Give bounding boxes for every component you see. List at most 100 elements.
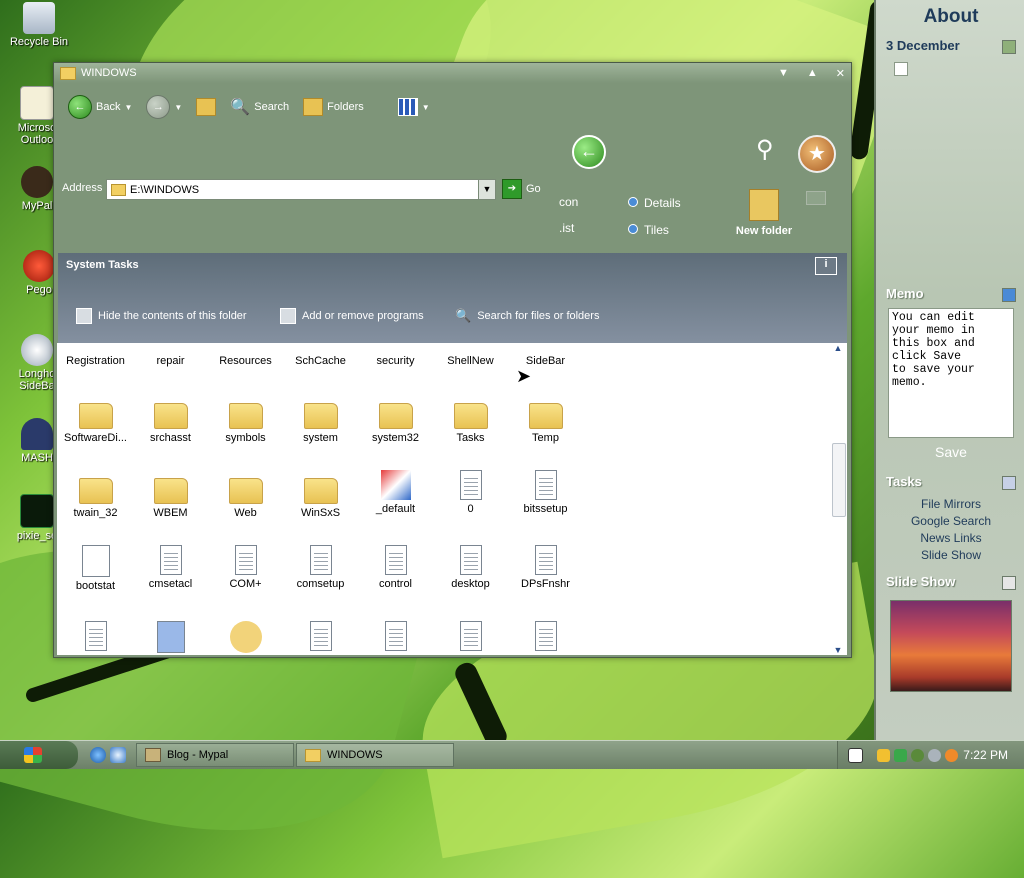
address-dropdown-button[interactable]: ▼ — [478, 180, 495, 199]
scroll-down-icon[interactable]: ▼ — [831, 645, 845, 655]
file-item[interactable]: comsetup — [283, 545, 358, 590]
panel-toggle-button[interactable] — [806, 191, 826, 205]
task-search-files[interactable]: 🔍 Search for files or folders — [455, 308, 599, 324]
file-item[interactable]: Resources — [208, 355, 283, 367]
shield-icon[interactable] — [877, 748, 890, 762]
folders-button[interactable]: Folders — [299, 96, 368, 118]
search-button[interactable]: 🔍 Search — [226, 95, 293, 119]
file-item[interactable] — [433, 621, 508, 654]
file-label: SchCache — [295, 355, 346, 367]
tasks-link-file-mirrors[interactable]: File Mirrors — [876, 496, 1024, 513]
file-item[interactable]: SoftwareDi... — [58, 395, 133, 444]
file-item[interactable] — [358, 621, 433, 654]
file-item[interactable]: _default — [358, 470, 433, 515]
file-item[interactable]: Registration — [58, 355, 133, 367]
file-item[interactable]: repair — [133, 355, 208, 367]
tasks-icon[interactable] — [1002, 476, 1016, 490]
start-button[interactable] — [0, 741, 78, 769]
favorites-star-icon[interactable]: ★ — [798, 135, 836, 173]
notes-icon[interactable] — [1002, 40, 1016, 54]
file-item[interactable] — [58, 621, 133, 654]
file-item[interactable]: cmsetacl — [133, 545, 208, 590]
globe-icon[interactable] — [911, 748, 924, 762]
view-list-option[interactable]: .ist — [559, 221, 574, 235]
file-item[interactable]: system — [283, 395, 358, 444]
search-icon[interactable] — [945, 748, 958, 762]
file-item[interactable]: twain_32 — [58, 470, 133, 519]
view-tiles-option[interactable]: Tiles — [628, 223, 669, 237]
file-item[interactable] — [133, 621, 208, 655]
slideshow-image[interactable] — [890, 600, 1012, 692]
big-back-button[interactable]: ← — [572, 135, 606, 169]
pixie-icon — [20, 494, 54, 528]
file-item[interactable]: WinSxS — [283, 470, 358, 519]
file-item[interactable]: security — [358, 355, 433, 367]
task-add-remove-programs[interactable]: Add or remove programs — [280, 308, 424, 324]
scroll-thumb[interactable] — [832, 443, 846, 517]
scroll-up-icon[interactable]: ▲ — [831, 343, 845, 353]
memo-icon[interactable] — [1002, 288, 1016, 302]
go-button[interactable]: ➔ Go — [502, 179, 541, 199]
file-item[interactable]: SchCache — [283, 355, 358, 367]
task-hide-contents[interactable]: Hide the contents of this folder — [76, 308, 247, 324]
file-item[interactable]: symbols — [208, 395, 283, 444]
internet-explorer-icon[interactable] — [90, 747, 106, 763]
address-label: Address — [62, 182, 103, 194]
text-file-icon — [159, 545, 182, 575]
file-item[interactable]: bitssetup — [508, 470, 583, 515]
address-input[interactable]: E:\WINDOWS ▼ — [106, 179, 496, 200]
maximize-button[interactable]: ▲ — [807, 67, 818, 80]
tasks-link-news-links[interactable]: News Links — [876, 530, 1024, 547]
show-desktop-icon[interactable] — [110, 747, 126, 763]
view-details-option[interactable]: Details — [628, 196, 681, 210]
tasks-link-google-search[interactable]: Google Search — [876, 513, 1024, 530]
file-item[interactable]: srchasst — [133, 395, 208, 444]
file-item[interactable]: control — [358, 545, 433, 590]
folder-icon — [228, 478, 263, 504]
network-icon[interactable] — [894, 748, 907, 762]
file-item[interactable]: bootstat — [58, 545, 133, 592]
file-item[interactable] — [508, 621, 583, 654]
big-search-icon[interactable]: ⚲ — [756, 135, 784, 163]
file-item[interactable]: COM+ — [208, 545, 283, 590]
view-icons-option[interactable]: con — [559, 195, 578, 209]
forward-button[interactable]: → ▼ — [142, 93, 186, 121]
back-button[interactable]: ← Back ▼ — [64, 93, 136, 121]
up-folder-button[interactable] — [192, 96, 220, 118]
settings-file-icon — [459, 545, 482, 575]
file-item[interactable] — [208, 621, 283, 655]
ms-document-icon — [380, 470, 411, 500]
clock[interactable]: 7:22 PM — [963, 748, 1008, 762]
file-item[interactable]: DPsFnshr — [508, 545, 583, 590]
tasks-link-slide-show[interactable]: Slide Show — [876, 547, 1024, 564]
slideshow-icon[interactable] — [1002, 576, 1016, 590]
system-tasks-panel: System Tasks i Hide the contents of this… — [58, 253, 847, 343]
new-folder-icon — [749, 189, 779, 221]
volume-icon[interactable] — [928, 748, 941, 762]
file-item[interactable] — [283, 621, 358, 654]
memo-textarea[interactable]: You can edit your memo in this box and c… — [888, 308, 1014, 438]
new-folder-button[interactable]: New folder — [734, 189, 794, 237]
views-button[interactable]: ▼ — [394, 96, 434, 118]
desktop-icon-recycle-bin[interactable]: Recycle Bin — [4, 2, 74, 48]
taskbar-button-blog[interactable]: Blog - Mypal — [136, 743, 294, 767]
memo-save-button[interactable]: Save — [876, 444, 1024, 460]
keyboard-icon[interactable] — [848, 747, 863, 763]
file-item[interactable]: ShellNew — [433, 355, 508, 367]
close-button[interactable]: ✕ — [836, 67, 845, 80]
file-item[interactable]: system32 — [358, 395, 433, 444]
file-item[interactable]: Web — [208, 470, 283, 519]
file-item[interactable]: Tasks — [433, 395, 508, 444]
minimize-button[interactable]: ▼ — [778, 67, 789, 80]
vertical-scrollbar[interactable]: ▲ ▼ — [831, 343, 846, 655]
info-icon[interactable]: i — [815, 257, 837, 275]
file-item[interactable]: WBEM — [133, 470, 208, 519]
file-label: DPsFnshr — [521, 578, 570, 590]
file-item[interactable]: 0 — [433, 470, 508, 515]
file-item[interactable]: Temp — [508, 395, 583, 444]
taskbar-button-windows[interactable]: WINDOWS — [296, 743, 454, 767]
file-label: Temp — [532, 432, 559, 444]
file-item[interactable]: desktop — [433, 545, 508, 590]
folder-icon — [153, 478, 188, 504]
window-titlebar[interactable]: WINDOWS ▼ ▲ ✕ — [54, 63, 851, 83]
